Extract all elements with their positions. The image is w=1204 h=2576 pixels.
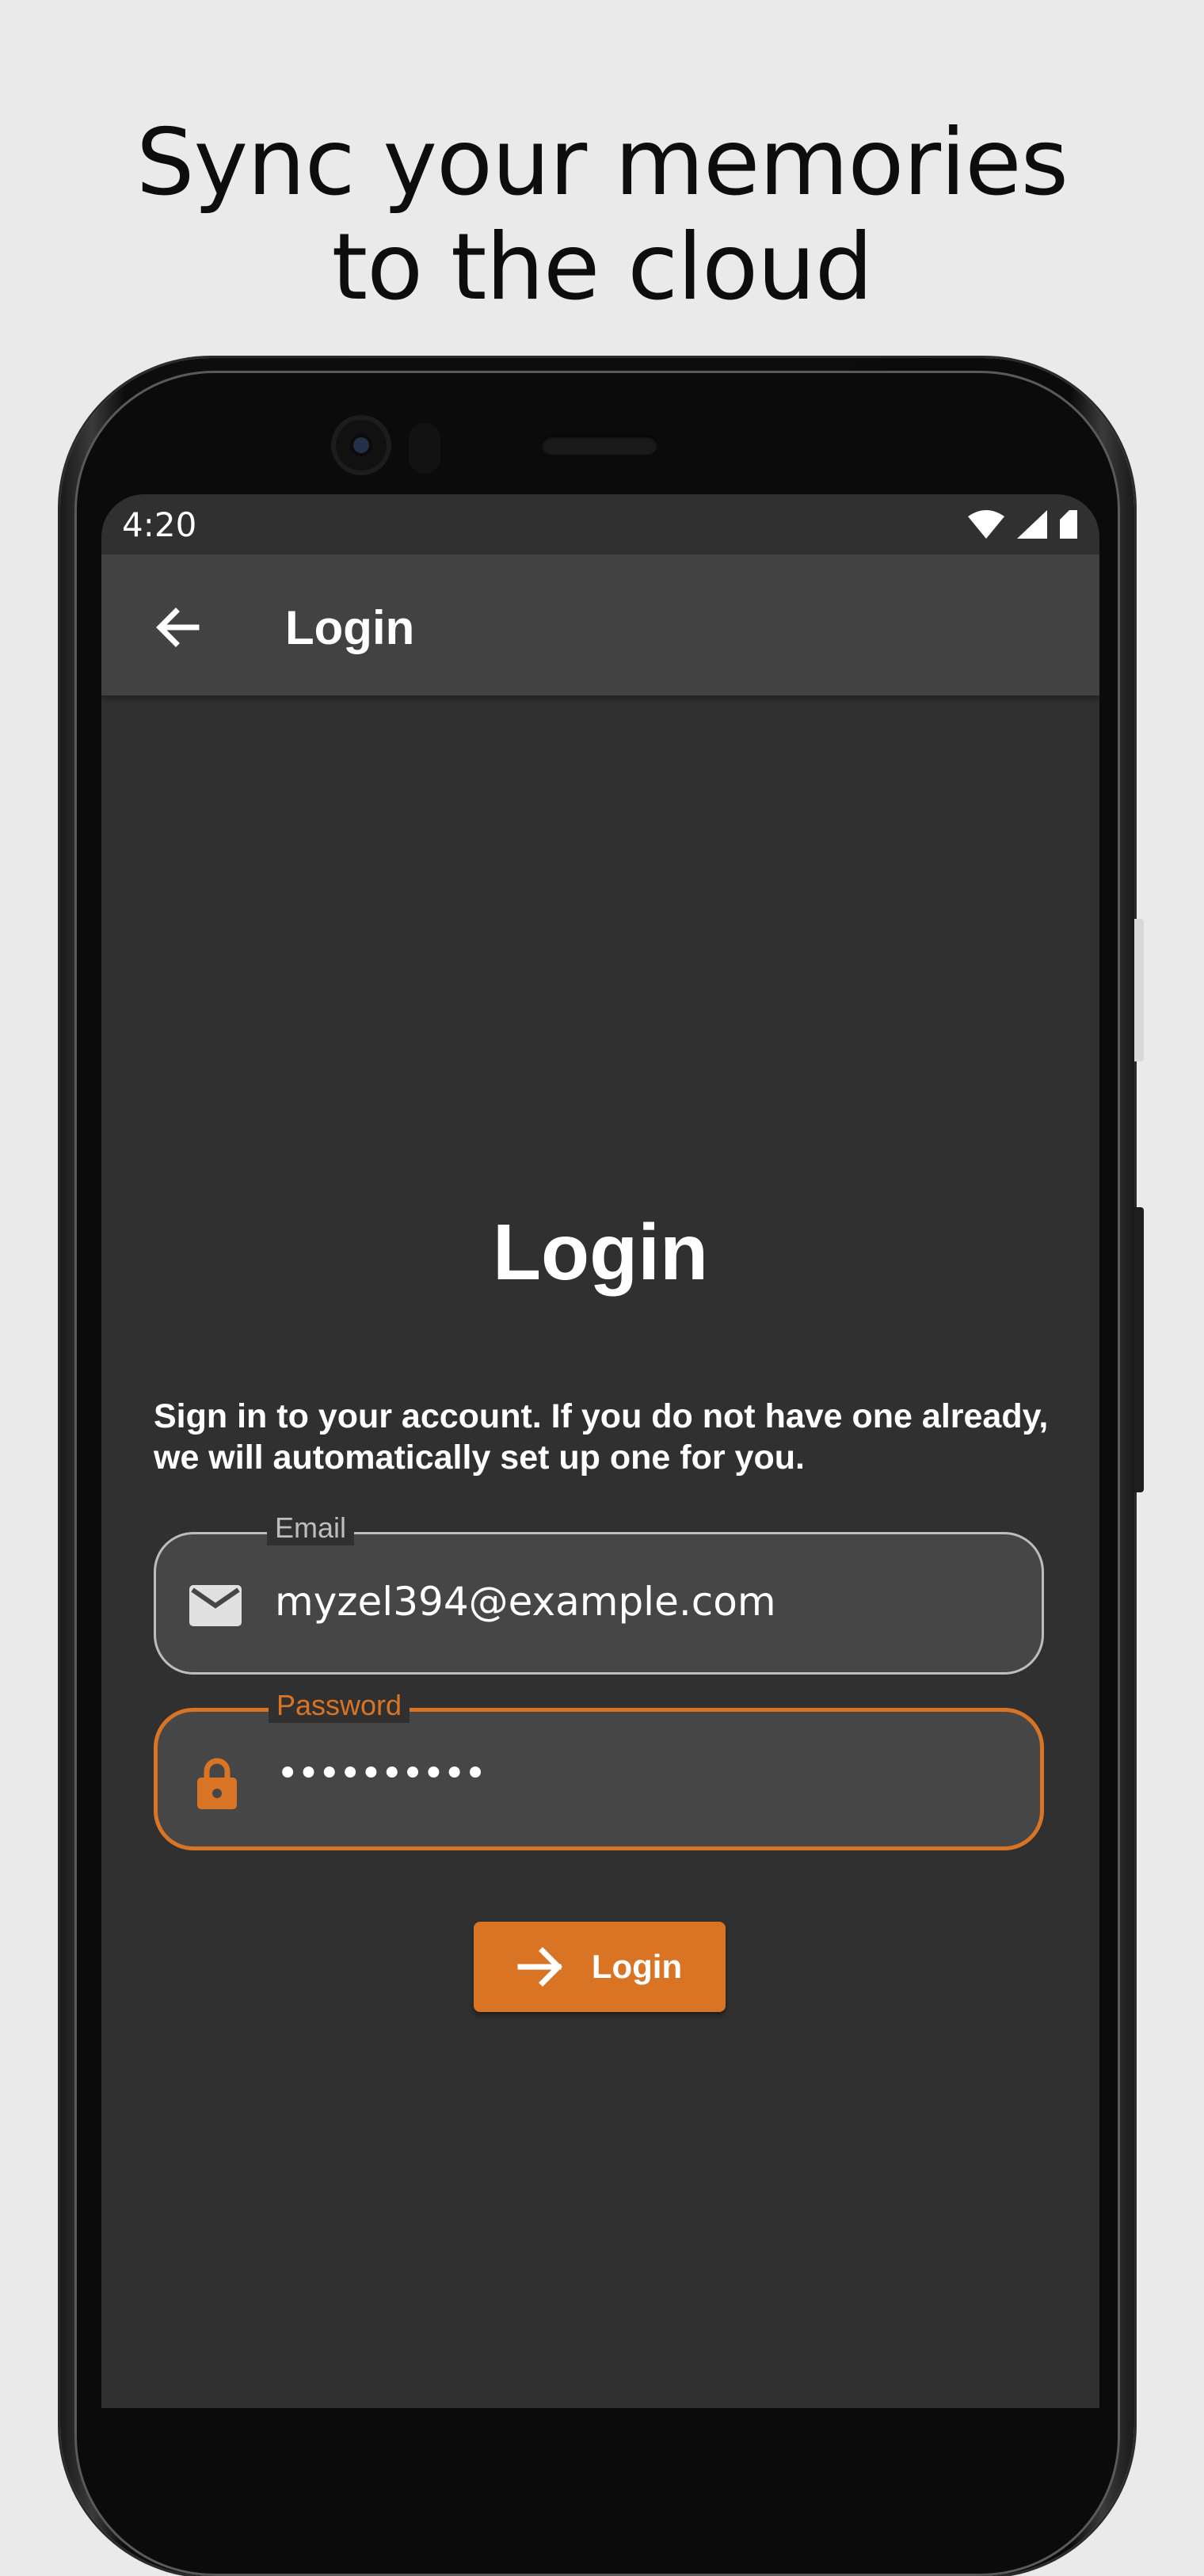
arrow-left-icon [156, 608, 200, 647]
front-camera [331, 415, 391, 475]
password-input[interactable]: •••••••••• [276, 1751, 486, 1796]
email-input[interactable]: myzel394@example.com [275, 1579, 776, 1625]
promo-headline-line-2: to the cloud [331, 214, 874, 321]
proximity-sensor [409, 423, 440, 474]
password-field-label: Password [269, 1688, 410, 1723]
app-screen: 4:20 Login Login Sign in to your account… [101, 494, 1099, 2408]
lock-icon [189, 1758, 245, 1809]
login-heading: Login [492, 1208, 709, 1297]
arrow-right-icon [517, 1947, 562, 1987]
mail-icon [188, 1580, 243, 1631]
status-icons [966, 509, 1079, 540]
login-submit-label: Login [591, 1948, 683, 1985]
battery-icon [1060, 510, 1077, 539]
status-time: 4:20 [122, 505, 197, 544]
promo-headline-line-1: Sync your memories [135, 109, 1069, 216]
email-field-label: Email [267, 1511, 355, 1545]
app-bar-title: Login [285, 601, 415, 654]
email-field[interactable]: Email myzel394@example.com [154, 1511, 1044, 1675]
back-button[interactable] [146, 596, 209, 659]
promo-headline: Sync your memories to the cloud [0, 111, 1204, 320]
wifi-icon [968, 510, 1004, 539]
signal-icon [1017, 510, 1047, 539]
password-field[interactable]: Password •••••••••• [154, 1688, 1044, 1850]
status-bar: 4:20 [101, 494, 1099, 554]
login-submit-button[interactable]: Login [474, 1922, 726, 2012]
phone-side-button-volume [1134, 1207, 1144, 1492]
app-bar: Login [101, 554, 1099, 695]
earpiece-speaker [542, 436, 657, 455]
phone-side-button-power [1134, 919, 1144, 1061]
login-intro-text: Sign in to your account. If you do not h… [154, 1397, 1049, 1477]
